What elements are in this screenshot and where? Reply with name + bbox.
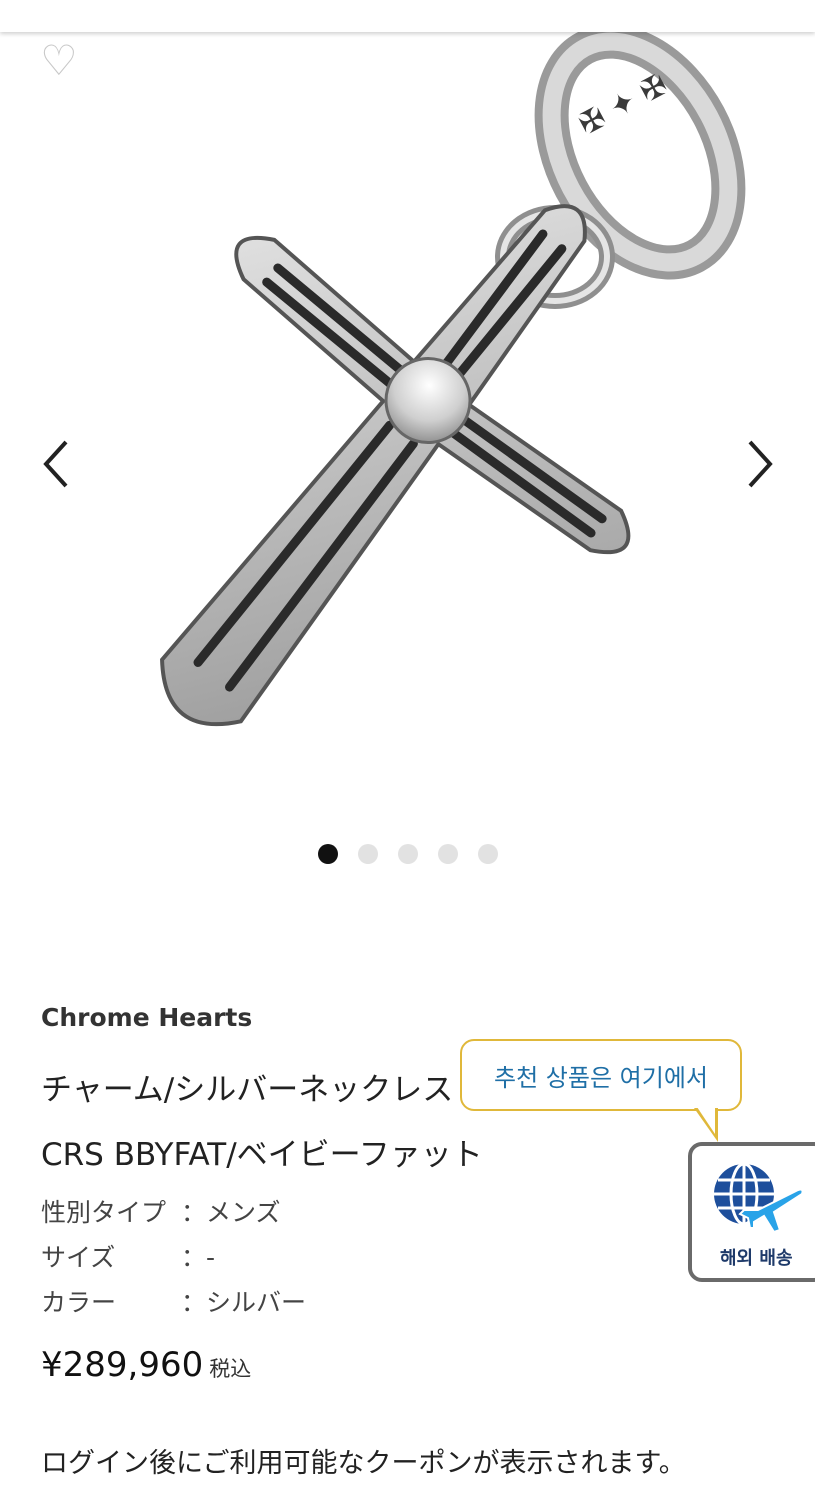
brand-name[interactable]: Chrome Hearts — [41, 1003, 252, 1032]
tooltip-tail-inner — [697, 1107, 715, 1134]
prev-slide-chevron-left-icon[interactable] — [38, 436, 78, 492]
attribute-value: ：シルバー — [181, 1287, 307, 1317]
attribute-value: ：- — [181, 1242, 216, 1272]
slide-dot-1[interactable] — [317, 844, 338, 864]
top-bar — [0, 0, 815, 32]
attribute-key: サイズ — [41, 1242, 116, 1272]
product-attributes: 性別タイプ ：メンズ サイズ ：- カラー ：シルバー — [41, 1188, 306, 1323]
product-price: ¥289,960 税込 — [41, 1345, 251, 1385]
shipping-label: 해외 배송 — [720, 1248, 793, 1269]
slide-dot-2[interactable] — [357, 844, 378, 864]
product-image: ✠ ✦ ✠ — [160, 32, 746, 727]
slide-dot-5[interactable] — [477, 844, 498, 864]
favorite-heart-icon[interactable]: ♡ — [40, 40, 78, 82]
coupon-notice: ログイン後にご利用可能なクーポンが表示されます。 — [41, 1448, 686, 1479]
tax-label: 税込 — [209, 1357, 252, 1381]
product-name-line2: CRS BBYFAT/ベイビーファット — [41, 1137, 483, 1173]
tooltip-text: 추천 상품은 여기에서 — [494, 1063, 708, 1092]
recommendation-tooltip[interactable]: 추천 상품은 여기에서 — [460, 1039, 742, 1111]
product-image-gallery[interactable]: ✠ ✦ ✠ ♡ — [0, 32, 815, 892]
slide-dot-4[interactable] — [437, 844, 458, 864]
attribute-value: ：メンズ — [181, 1197, 281, 1227]
attribute-key: カラー — [41, 1287, 117, 1317]
svg-text:✠ ✦ ✠: ✠ ✦ ✠ — [573, 67, 673, 142]
globe-airplane-icon — [714, 1162, 804, 1234]
attribute-key: 性別タイプ — [41, 1197, 167, 1227]
attribute-row-gender: 性別タイプ ：メンズ — [41, 1188, 306, 1233]
attribute-row-size: サイズ ：- — [41, 1233, 306, 1278]
attribute-row-color: カラー ：シルバー — [41, 1278, 306, 1323]
slide-dot-3[interactable] — [397, 844, 418, 864]
product-name-line1: チャーム/シルバーネックレス — [41, 1072, 454, 1108]
overseas-shipping-button[interactable]: 해외 배송 — [688, 1142, 815, 1282]
next-slide-chevron-right-icon[interactable] — [740, 436, 780, 492]
slide-indicator — [0, 844, 815, 864]
price-amount: ¥289,960 — [41, 1345, 204, 1385]
